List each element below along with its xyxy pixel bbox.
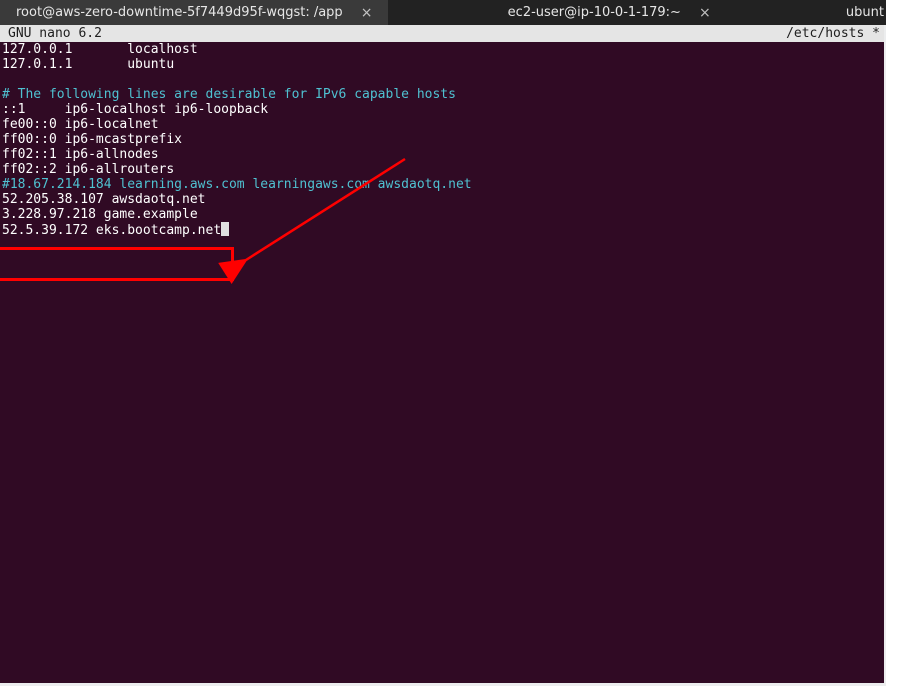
page-right-margin xyxy=(886,0,900,686)
tab-3-title: ubunt xyxy=(846,5,884,20)
nano-file-path: /etc/hosts xyxy=(786,26,864,41)
tab-2-title: ec2-user@ip-10-0-1-179:~ xyxy=(508,5,699,20)
hosts-line: 127.0.1.1 ubuntu xyxy=(2,57,174,72)
annotation-highlight-box xyxy=(0,247,234,281)
hosts-comment: #18.67.214.184 learning.aws.com learning… xyxy=(2,177,472,192)
hosts-line: 3.228.97.218 game.example xyxy=(2,207,198,222)
nano-title-bar: GNU nano 6.2 /etc/hosts * xyxy=(0,25,884,42)
hosts-line: 52.205.38.107 awsdaotq.net xyxy=(2,192,206,207)
close-icon[interactable]: × xyxy=(699,6,711,20)
hosts-comment: # The following lines are desirable for … xyxy=(2,87,456,102)
hosts-line: ff00::0 ip6-mcastprefix xyxy=(2,132,182,147)
tab-1-title: root@aws-zero-downtime-5f7449d95f-wqgst:… xyxy=(16,5,361,20)
nano-modified-flag: * xyxy=(864,26,880,41)
terminal-tab-bar: root@aws-zero-downtime-5f7449d95f-wqgst:… xyxy=(0,0,900,25)
hosts-line: ff02::1 ip6-allnodes xyxy=(2,147,159,162)
nano-app-name: GNU nano 6.2 xyxy=(0,26,102,41)
file-content[interactable]: 127.0.0.1 localhost 127.0.1.1 ubuntu # T… xyxy=(0,42,884,238)
hosts-line: fe00::0 ip6-localnet xyxy=(2,117,159,132)
hosts-line-highlighted: 52.5.39.172 eks.bootcamp.net xyxy=(2,223,221,238)
close-icon[interactable]: × xyxy=(361,6,373,20)
hosts-line: ff02::2 ip6-allrouters xyxy=(2,162,174,177)
terminal-editor[interactable]: GNU nano 6.2 /etc/hosts * 127.0.0.1 loca… xyxy=(0,25,884,683)
tab-1[interactable]: root@aws-zero-downtime-5f7449d95f-wqgst:… xyxy=(0,0,388,25)
hosts-line: 127.0.0.1 localhost xyxy=(2,42,198,57)
text-cursor xyxy=(221,222,229,236)
tab-2[interactable]: ec2-user@ip-10-0-1-179:~ × xyxy=(492,0,727,25)
hosts-line: ::1 ip6-localhost ip6-loopback xyxy=(2,102,268,117)
